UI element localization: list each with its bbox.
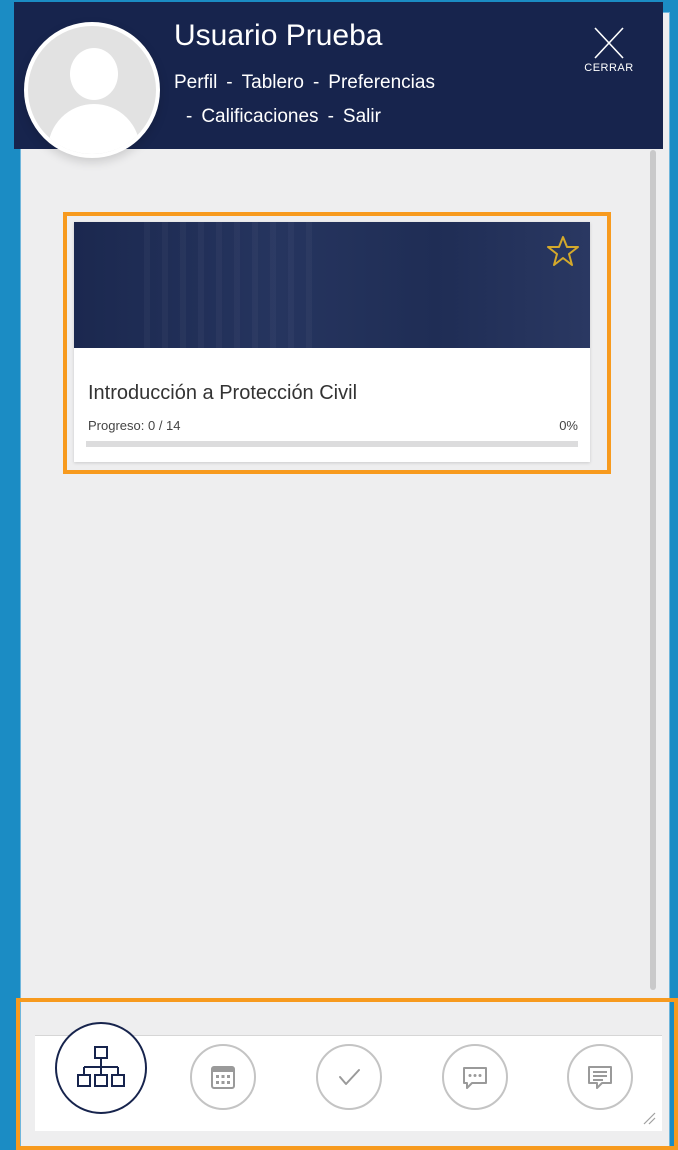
user-links-row-1: Perfil - Tablero - Preferencias [174, 72, 435, 94]
bottom-nav-bar [35, 1022, 662, 1131]
close-label: CERRAR [584, 62, 634, 74]
sitemap-icon [77, 1046, 125, 1087]
avatar-head-shape [70, 48, 118, 100]
course-title[interactable]: Introducción a Protección Civil [88, 382, 357, 405]
user-avatar[interactable] [24, 22, 160, 158]
favorite-button[interactable] [546, 234, 580, 268]
link-salir[interactable]: Salir [343, 106, 381, 128]
progress-percent: 0% [559, 418, 578, 433]
course-image [74, 222, 590, 348]
course-card[interactable]: Introducción a Protección Civil Progreso… [74, 222, 590, 462]
link-tablero[interactable]: Tablero [242, 72, 304, 94]
close-button[interactable]: CERRAR [579, 26, 639, 86]
app-panel [20, 12, 670, 1148]
link-separator: - [312, 72, 320, 93]
calendar-icon [211, 1066, 235, 1089]
nav-course-map-button[interactable] [55, 1022, 147, 1114]
link-separator: - [226, 72, 233, 93]
link-separator: - [327, 106, 334, 127]
avatar-body-shape [48, 104, 140, 154]
nav-messages-button[interactable] [567, 1044, 633, 1110]
star-icon [547, 236, 579, 266]
nav-calendar-button[interactable] [190, 1044, 256, 1110]
close-icon [594, 27, 624, 59]
scrollbar[interactable] [650, 150, 656, 990]
chat-bubble-icon [463, 1067, 487, 1089]
course-image-texture [144, 222, 324, 348]
message-icon [588, 1066, 612, 1089]
nav-assessments-button[interactable] [316, 1044, 382, 1110]
link-preferencias[interactable]: Preferencias [328, 72, 435, 94]
progress-bar [86, 441, 578, 447]
link-separator: - [186, 106, 193, 127]
user-links-row-2: - Calificaciones - Salir [186, 106, 381, 128]
user-header: Usuario Prueba Perfil - Tablero - Preferenci… [14, 2, 663, 158]
checkmark-icon [339, 1069, 360, 1085]
link-perfil[interactable]: Perfil [174, 72, 217, 94]
link-calificaciones[interactable]: Calificaciones [201, 106, 318, 128]
progress-label: Progreso: 0 / 14 [88, 418, 181, 433]
user-name: Usuario Prueba [174, 19, 383, 52]
resize-handle-icon[interactable] [642, 1111, 656, 1125]
nav-chat-button[interactable] [442, 1044, 508, 1110]
